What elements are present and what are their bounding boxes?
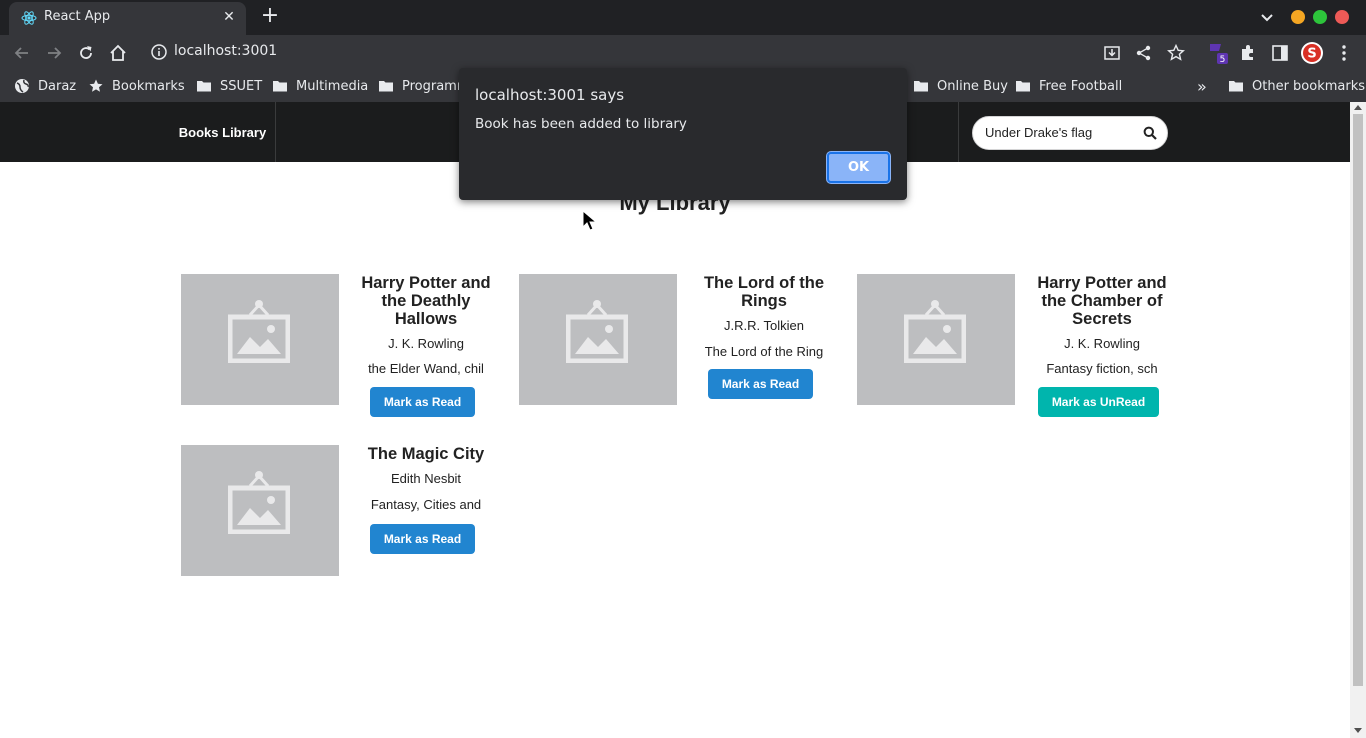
- profile-avatar[interactable]: S: [1300, 41, 1324, 65]
- new-tab-icon[interactable]: +: [259, 5, 281, 27]
- book-title: Harry Potter and the Chamber of Secrets: [1037, 274, 1167, 328]
- bookmark-star-icon[interactable]: [1166, 43, 1186, 63]
- tab-strip: React App ✕ +: [0, 0, 1366, 35]
- book-thumbnail: [181, 274, 339, 405]
- bookmark-label: Daraz: [38, 78, 77, 94]
- image-placeholder-icon: [228, 300, 290, 363]
- address-bar[interactable]: localhost:3001: [174, 43, 277, 59]
- book-title: The Magic City: [367, 445, 485, 463]
- scroll-up-arrow-icon[interactable]: [1354, 105, 1362, 110]
- book-description: Fantasy fiction, sch: [1046, 361, 1158, 376]
- tab-search-chevron-icon[interactable]: [1258, 8, 1276, 26]
- search-input[interactable]: [985, 125, 1135, 140]
- book-author: J.R.R. Tolkien: [724, 318, 804, 333]
- minimize-button[interactable]: [1291, 10, 1305, 24]
- vertical-scrollbar[interactable]: [1350, 102, 1366, 738]
- home-icon[interactable]: [108, 43, 128, 63]
- bookmark-online-buy[interactable]: Online Buy: [913, 77, 1008, 95]
- mark-as-unread-button[interactable]: Mark as UnRead: [1038, 387, 1159, 417]
- forward-arrow-icon[interactable]: [44, 43, 64, 63]
- svg-text:S: S: [1307, 47, 1316, 62]
- book-description: The Lord of the Ring: [704, 344, 824, 359]
- image-placeholder-icon: [904, 300, 966, 363]
- bookmark-ssuet[interactable]: SSUET: [196, 77, 262, 95]
- mark-as-read-button[interactable]: Mark as Read: [370, 387, 475, 417]
- image-placeholder-icon: [566, 300, 628, 363]
- extension-icon[interactable]: 5: [1207, 41, 1231, 65]
- bookmark-label: Other bookmarks: [1252, 78, 1366, 94]
- side-panel-icon[interactable]: [1270, 43, 1290, 63]
- search-icon[interactable]: [1143, 126, 1157, 140]
- mark-as-read-button[interactable]: Mark as Read: [708, 369, 813, 399]
- folder-icon: [1016, 81, 1030, 92]
- extensions-puzzle-icon[interactable]: [1238, 43, 1258, 63]
- brand-link[interactable]: Books Library: [170, 102, 276, 162]
- close-window-button[interactable]: [1335, 10, 1349, 24]
- book-author: Edith Nesbit: [390, 471, 462, 486]
- folder-icon: [273, 81, 287, 92]
- back-arrow-icon[interactable]: [12, 43, 32, 63]
- mark-as-read-button[interactable]: Mark as Read: [370, 524, 475, 554]
- bookmark-programming[interactable]: Programm: [378, 77, 470, 95]
- reload-icon[interactable]: [76, 43, 96, 63]
- menu-kebab-icon[interactable]: [1334, 43, 1354, 63]
- navbar-divider: [958, 102, 959, 162]
- image-placeholder-icon: [228, 471, 290, 534]
- bookmark-label: Multimedia: [296, 78, 369, 94]
- more-bookmarks-button[interactable]: »: [1197, 77, 1207, 96]
- mouse-cursor-icon: [582, 210, 598, 231]
- book-card: The Lord of the Rings J.R.R. Tolkien The…: [519, 274, 839, 414]
- book-title: Harry Potter and the Deathly Hallows: [361, 274, 491, 328]
- browser-toolbar: localhost:3001 5 S: [0, 35, 1366, 70]
- browser-tab[interactable]: React App ✕: [9, 2, 246, 35]
- tab-close-icon[interactable]: ✕: [220, 8, 238, 26]
- folder-icon: [1229, 81, 1243, 92]
- bookmark-free-football[interactable]: Free Football: [1015, 77, 1122, 95]
- scrollbar-thumb[interactable]: [1353, 114, 1363, 686]
- globe-icon: [15, 79, 29, 93]
- book-thumbnail: [181, 445, 339, 576]
- book-thumbnail: [519, 274, 677, 405]
- react-icon: [21, 11, 37, 25]
- site-info-icon[interactable]: [150, 43, 168, 61]
- book-thumbnail: [857, 274, 1015, 405]
- bookmark-multimedia[interactable]: Multimedia: [272, 77, 368, 95]
- star-icon: [89, 79, 103, 92]
- tab-title: React App: [44, 9, 111, 24]
- book-description: the Elder Wand, chil: [368, 361, 484, 376]
- folder-icon: [914, 81, 928, 92]
- share-icon[interactable]: [1134, 43, 1154, 63]
- bookmark-daraz[interactable]: Daraz: [14, 77, 76, 95]
- install-app-icon[interactable]: [1102, 43, 1122, 63]
- book-card: Harry Potter and the Deathly Hallows J. …: [181, 274, 501, 417]
- scroll-down-arrow-icon[interactable]: [1354, 728, 1362, 733]
- folder-icon: [379, 81, 393, 92]
- bookmark-label: SSUET: [220, 78, 263, 94]
- bookmark-bookmarks[interactable]: Bookmarks: [88, 77, 185, 95]
- book-author: J. K. Rowling: [1064, 336, 1140, 351]
- maximize-button[interactable]: [1313, 10, 1327, 24]
- book-author: J. K. Rowling: [388, 336, 464, 351]
- folder-icon: [197, 81, 211, 92]
- dialog-message: Book has been added to library: [475, 116, 687, 132]
- book-card: Harry Potter and the Chamber of Secrets …: [857, 274, 1177, 417]
- book-card: The Magic City Edith Nesbit Fantasy, Cit…: [181, 445, 501, 585]
- other-bookmarks[interactable]: Other bookmarks: [1228, 77, 1365, 95]
- book-description: Fantasy, Cities and: [370, 497, 482, 512]
- book-title: The Lord of the Rings: [703, 274, 825, 310]
- alert-dialog: localhost:3001 says Book has been added …: [459, 68, 907, 200]
- bookmark-label: Free Football: [1039, 78, 1123, 94]
- bookmark-label: Bookmarks: [112, 78, 185, 94]
- search-box[interactable]: [972, 116, 1168, 150]
- bookmark-label: Online Buy: [937, 78, 1008, 94]
- ok-button[interactable]: OK: [827, 152, 890, 183]
- dialog-title: localhost:3001 says: [475, 86, 625, 104]
- svg-text:5: 5: [1220, 55, 1226, 65]
